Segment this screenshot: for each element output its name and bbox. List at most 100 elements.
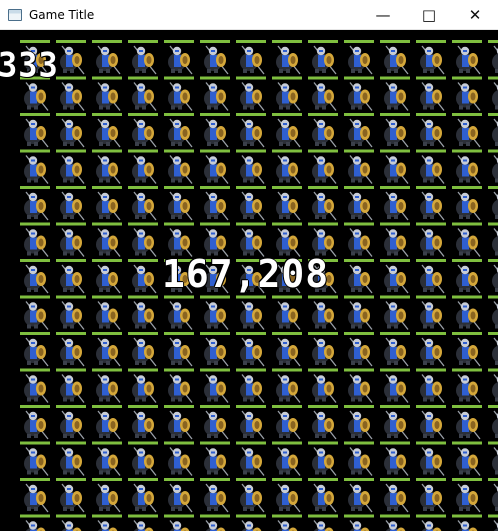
armored-knight-sprite: [308, 40, 338, 75]
armored-knight-sprite: [200, 332, 230, 367]
armored-knight-sprite: [56, 113, 86, 148]
armored-knight-sprite: [488, 222, 498, 256]
armored-knight-sprite: [200, 441, 230, 476]
armored-knight-sprite: [200, 405, 230, 440]
armored-knight-sprite: [488, 76, 498, 110]
armored-knight-sprite: [128, 222, 158, 257]
armored-knight-sprite: [20, 514, 50, 531]
armored-knight-sprite: [164, 441, 194, 476]
armored-knight-sprite: [380, 478, 410, 513]
armored-knight-sprite: [344, 149, 374, 184]
armored-knight-sprite: [164, 186, 194, 221]
armored-knight-sprite: [344, 441, 374, 476]
armored-knight-sprite: [20, 478, 50, 513]
armored-knight-sprite: [200, 113, 230, 148]
armored-knight-sprite: [56, 149, 86, 184]
armored-knight-sprite: [416, 222, 446, 257]
armored-knight-sprite: [92, 295, 122, 330]
armored-knight-sprite: [200, 76, 230, 111]
armored-knight-sprite: [92, 441, 122, 476]
armored-knight-sprite: [416, 332, 446, 367]
window-titlebar[interactable]: Game Title — □ ✕: [0, 0, 498, 30]
armored-knight-sprite: [128, 76, 158, 111]
armored-knight-sprite: [416, 40, 446, 75]
armored-knight-sprite: [92, 368, 122, 403]
armored-knight-sprite: [200, 149, 230, 184]
armored-knight-sprite: [452, 514, 482, 531]
armored-knight-sprite: [344, 478, 374, 513]
armored-knight-sprite: [344, 405, 374, 440]
armored-knight-sprite: [236, 368, 266, 403]
armored-knight-sprite: [20, 222, 50, 257]
armored-knight-sprite: [92, 259, 122, 294]
armored-knight-sprite: [452, 368, 482, 403]
armored-knight-sprite: [56, 441, 86, 476]
armored-knight-sprite: [416, 186, 446, 221]
armored-knight-sprite: [344, 295, 374, 330]
armored-knight-sprite: [488, 514, 498, 531]
minimize-button[interactable]: —: [360, 0, 406, 30]
armored-knight-sprite: [488, 149, 498, 183]
armored-knight-sprite: [380, 149, 410, 184]
armored-knight-sprite: [128, 149, 158, 184]
armored-knight-sprite: [452, 405, 482, 440]
armored-knight-sprite: [488, 295, 498, 329]
armored-knight-sprite: [344, 259, 374, 294]
armored-knight-sprite: [452, 76, 482, 111]
armored-knight-sprite: [56, 295, 86, 330]
armored-knight-sprite: [308, 405, 338, 440]
armored-knight-sprite: [488, 113, 498, 146]
armored-knight-sprite: [452, 259, 482, 294]
armored-knight-sprite: [236, 332, 266, 367]
armored-knight-sprite: [92, 113, 122, 148]
armored-knight-sprite: [236, 40, 266, 75]
armored-knight-sprite: [344, 113, 374, 148]
armored-knight-sprite: [308, 514, 338, 531]
armored-knight-sprite: [272, 149, 302, 184]
armored-knight-sprite: [56, 368, 86, 403]
armored-knight-sprite: [416, 295, 446, 330]
armored-knight-sprite: [128, 441, 158, 476]
armored-knight-sprite: [308, 295, 338, 330]
armored-knight-sprite: [416, 478, 446, 513]
armored-knight-sprite: [380, 368, 410, 403]
armored-knight-sprite: [92, 405, 122, 440]
armored-knight-sprite: [452, 149, 482, 184]
armored-knight-sprite: [380, 441, 410, 476]
armored-knight-sprite: [488, 441, 498, 475]
armored-knight-sprite: [56, 405, 86, 440]
armored-knight-sprite: [272, 76, 302, 111]
armored-knight-sprite: [20, 295, 50, 330]
armored-knight-sprite: [416, 113, 446, 148]
armored-knight-sprite: [452, 295, 482, 330]
game-canvas[interactable]: 333 167,208: [0, 30, 498, 531]
armored-knight-sprite: [164, 295, 194, 330]
armored-knight-sprite: [92, 149, 122, 184]
armored-knight-sprite: [272, 368, 302, 403]
armored-knight-sprite: [272, 405, 302, 440]
armored-knight-sprite: [164, 478, 194, 513]
close-button[interactable]: ✕: [452, 0, 498, 30]
armored-knight-sprite: [272, 186, 302, 221]
armored-knight-sprite: [92, 76, 122, 111]
armored-knight-sprite: [272, 441, 302, 476]
armored-knight-sprite: [380, 259, 410, 294]
armored-knight-sprite: [308, 478, 338, 513]
armored-knight-sprite: [20, 186, 50, 221]
armored-knight-sprite: [56, 478, 86, 513]
armored-knight-sprite: [20, 368, 50, 403]
armored-knight-sprite: [308, 113, 338, 148]
maximize-button[interactable]: □: [406, 0, 452, 30]
armored-knight-sprite: [452, 222, 482, 257]
armored-knight-sprite: [488, 478, 498, 511]
armored-knight-sprite: [128, 295, 158, 330]
armored-knight-sprite: [416, 441, 446, 476]
armored-knight-sprite: [452, 113, 482, 148]
armored-knight-sprite: [164, 368, 194, 403]
armored-knight-sprite: [344, 40, 374, 75]
armored-knight-sprite: [164, 113, 194, 148]
armored-knight-sprite: [308, 441, 338, 476]
armored-knight-sprite: [308, 332, 338, 367]
sprite-count: 167,208: [162, 252, 330, 296]
armored-knight-sprite: [236, 149, 266, 184]
